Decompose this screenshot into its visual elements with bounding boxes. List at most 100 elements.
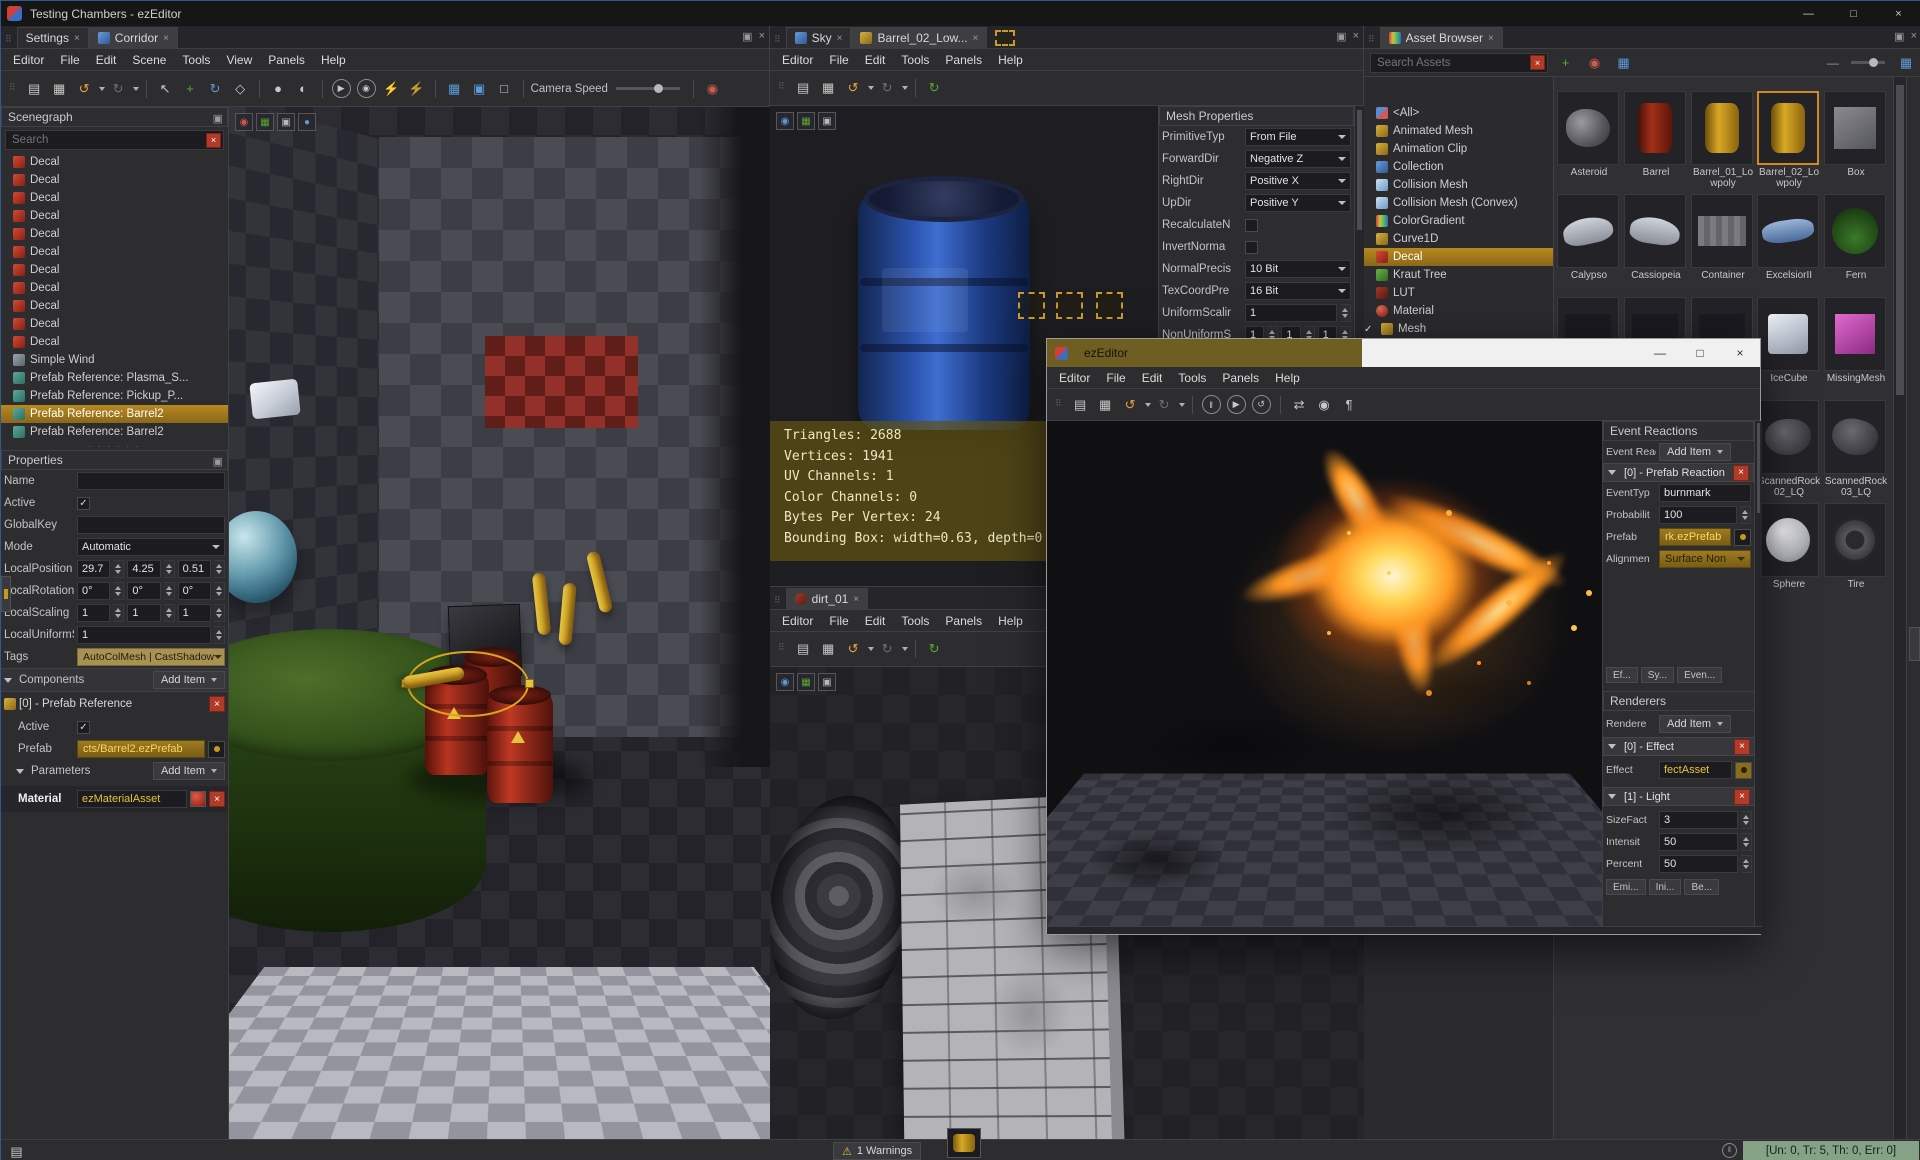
viewport-maximize-icon[interactable]: ▣	[818, 112, 836, 130]
forward-dir-dropdown[interactable]: Negative Z	[1245, 150, 1351, 168]
dock-grip[interactable]: ⠿	[1364, 34, 1380, 48]
tree-item-collision-mesh-convex[interactable]: Collision Mesh (Convex)	[1364, 194, 1553, 212]
tree-item-mesh[interactable]: ✓ Mesh	[1364, 320, 1553, 338]
slider-knob[interactable]	[1869, 58, 1878, 67]
menu-view[interactable]: View	[218, 51, 260, 69]
tree-item-decal[interactable]: Decal	[1, 243, 228, 261]
asset-filter-icon[interactable]: ◉	[1583, 51, 1606, 74]
dock-grip[interactable]: ⠿	[770, 34, 786, 48]
prefab-reaction-group[interactable]: [0] - Prefab Reaction ×	[1603, 463, 1754, 482]
rotation-z-field[interactable]: 0°	[177, 582, 211, 600]
close-icon[interactable]: ×	[973, 33, 979, 44]
asset-cell-cassiopeia[interactable]: Cassiopeia	[1624, 194, 1688, 281]
asset-cell-calypso[interactable]: Calypso	[1557, 194, 1621, 281]
spinner[interactable]	[213, 582, 225, 600]
remove-reaction-icon[interactable]: ×	[1733, 464, 1749, 481]
save-all-icon[interactable]: ▦	[817, 77, 840, 100]
toolbar-grip[interactable]: ⠿	[5, 82, 21, 96]
tab-system[interactable]: Sy...	[1640, 667, 1675, 683]
mode-dropdown[interactable]: Automatic	[77, 538, 225, 556]
add-component-button[interactable]: Add Item	[152, 671, 225, 689]
loop-icon[interactable]: ⇄	[1288, 393, 1311, 416]
rotation-x-field[interactable]: 0°	[77, 582, 111, 600]
up-dir-dropdown[interactable]: Positive Y	[1245, 194, 1351, 212]
undo-icon[interactable]: ↺	[73, 77, 96, 100]
remove-renderer-icon[interactable]: ×	[1734, 738, 1750, 755]
recalculate-normals-checkbox[interactable]	[1245, 218, 1258, 232]
remove-material-icon[interactable]: ×	[209, 791, 225, 807]
tree-item-animation-clip[interactable]: Animation Clip	[1364, 140, 1553, 158]
browse-prefab-icon[interactable]	[208, 740, 225, 758]
menu-panels[interactable]: Panels	[260, 51, 313, 69]
menu-edit[interactable]: Edit	[1134, 369, 1171, 387]
save-icon[interactable]: ▤	[1069, 393, 1092, 416]
tree-item-decal[interactable]: Decal	[1, 279, 228, 297]
clear-search-icon[interactable]: ×	[1530, 55, 1545, 70]
world-space-icon[interactable]: ●	[267, 77, 290, 100]
rotate-gizmo-icon[interactable]: ↻	[204, 77, 227, 100]
minimize-button[interactable]: —	[1640, 339, 1680, 367]
tab-sky[interactable]: Sky ×	[785, 27, 852, 48]
close-icon[interactable]: ×	[837, 33, 843, 44]
menu-edit[interactable]: Edit	[857, 612, 894, 630]
menu-help[interactable]: Help	[990, 612, 1031, 630]
browse-effect-icon[interactable]	[1735, 761, 1752, 779]
spinner[interactable]	[1741, 855, 1752, 873]
pause-icon[interactable]: ‖	[1201, 395, 1221, 414]
gizmo-handle[interactable]	[525, 679, 534, 688]
position-y-field[interactable]: 4.25	[127, 560, 161, 578]
tree-item-animated-mesh[interactable]: Animated Mesh	[1364, 122, 1553, 140]
asset-preview-thumb[interactable]	[947, 1128, 981, 1158]
menu-scene[interactable]: Scene	[124, 51, 174, 69]
toolbar-grip[interactable]: ⠿	[1051, 398, 1067, 412]
tree-item-decal[interactable]: Decal	[1, 333, 228, 351]
tree-item-decal[interactable]: Decal	[1, 315, 228, 333]
particle-viewport[interactable]	[1047, 421, 1602, 928]
menu-help[interactable]: Help	[990, 51, 1031, 69]
close-button[interactable]: ×	[1720, 339, 1760, 367]
menu-file[interactable]: File	[1098, 369, 1133, 387]
add-event-reaction-button[interactable]: Add Item	[1659, 443, 1732, 461]
warnings-button[interactable]: ⚠ 1 Warnings	[833, 1142, 922, 1160]
viewport-maximize-icon[interactable]: ▣	[818, 673, 836, 691]
asset-cell-excelsiorii[interactable]: ExcelsiorII	[1757, 194, 1821, 281]
particle-hscrollbar[interactable]	[1047, 926, 1762, 934]
percentage-field[interactable]: 50	[1659, 855, 1738, 873]
close-icon[interactable]: ×	[74, 33, 80, 44]
size-factor-field[interactable]: 3	[1659, 811, 1738, 829]
tree-item-lut[interactable]: LUT	[1364, 284, 1553, 302]
view-options-icon[interactable]: ▦	[1612, 51, 1635, 74]
probability-field[interactable]: 100	[1659, 506, 1737, 524]
spinner[interactable]	[213, 560, 225, 578]
asset-cell-asteroid[interactable]: Asteroid	[1557, 91, 1621, 178]
menu-panels[interactable]: Panels	[937, 51, 990, 69]
minimize-button[interactable]: —	[1786, 1, 1831, 26]
save-all-icon[interactable]: ▦	[817, 638, 840, 661]
float-icon[interactable]: ▣	[213, 112, 223, 125]
snap-icon[interactable]: ▣	[468, 77, 491, 100]
asset-search-input[interactable]	[1377, 56, 1530, 69]
invert-normals-checkbox[interactable]	[1245, 240, 1258, 254]
viewport-maximize-icon[interactable]: ▣	[277, 113, 295, 131]
save-icon[interactable]: ▤	[792, 77, 815, 100]
close-icon[interactable]: ×	[853, 594, 859, 605]
tree-item-colorgradient[interactable]: ColorGradient	[1364, 212, 1553, 230]
intensity-field[interactable]: 50	[1659, 833, 1738, 851]
add-renderer-button[interactable]: Add Item	[1659, 715, 1732, 733]
texcoord-precision-dropdown[interactable]: 16 Bit	[1245, 282, 1351, 300]
tab-events[interactable]: Even...	[1677, 667, 1723, 683]
scaling-z-field[interactable]: 1	[177, 604, 211, 622]
uniform-scaling-field[interactable]: 1	[1245, 304, 1337, 322]
lightning-icon[interactable]: ⚡	[380, 77, 403, 100]
tree-item-simple-wind[interactable]: Simple Wind	[1, 351, 228, 369]
spinner[interactable]	[1741, 833, 1752, 851]
remove-renderer-icon[interactable]: ×	[1734, 788, 1750, 805]
remove-component-icon[interactable]: ×	[209, 696, 225, 712]
maximize-button[interactable]: □	[1831, 1, 1876, 26]
close-icon[interactable]: ×	[759, 30, 765, 43]
float-icon[interactable]: ▣	[1894, 30, 1904, 43]
viewport-grid-icon[interactable]: ▦	[797, 673, 815, 691]
dock-grip[interactable]: ⠿	[770, 595, 786, 609]
tab-dirt-01[interactable]: dirt_01 ×	[785, 588, 869, 609]
light-renderer-group[interactable]: [1] - Light ×	[1603, 787, 1755, 806]
